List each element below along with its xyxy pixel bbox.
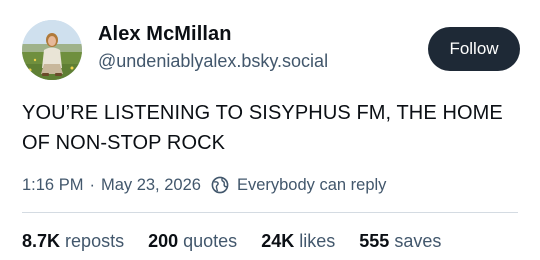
- globe-icon: [211, 176, 229, 194]
- quotes-count: 200: [148, 231, 179, 251]
- handle[interactable]: @undeniablyalex.bsky.social: [98, 50, 328, 72]
- likes-count: 24K: [261, 231, 295, 251]
- reply-setting-label: Everybody can reply: [236, 176, 387, 194]
- avatar[interactable]: [22, 20, 82, 80]
- profile-photo-icon: [22, 20, 82, 80]
- follow-button[interactable]: Follow: [428, 27, 520, 71]
- reposts-count: 8.7K: [22, 231, 61, 251]
- quotes-stat[interactable]: 200 quotes: [148, 228, 237, 254]
- post-meta: 1:16 PM · May 23, 2026 Everybody can rep…: [22, 173, 386, 197]
- reposts-label: reposts: [65, 231, 125, 251]
- reposts-stat[interactable]: 8.7K reposts: [22, 228, 124, 254]
- quotes-label: quotes: [183, 231, 238, 251]
- post-time[interactable]: 1:16 PM: [22, 173, 83, 197]
- display-name[interactable]: Alex McMillan: [98, 22, 328, 46]
- divider: [22, 212, 518, 213]
- author-names: Alex McMillan @undeniablyalex.bsky.socia…: [98, 22, 328, 72]
- post-stats: 8.7K reposts 200 quotes 24K likes 555 sa…: [22, 228, 441, 254]
- saves-label: saves: [394, 231, 442, 251]
- reply-setting[interactable]: Everybody can reply: [211, 173, 387, 197]
- post-text: YOU’RE LISTENING TO SISYPHUS FM, THE HOM…: [22, 102, 503, 154]
- post-date[interactable]: May 23, 2026: [101, 173, 201, 197]
- saves-count: 555: [359, 231, 390, 251]
- meta-separator: ·: [89, 176, 95, 194]
- post-header: Alex McMillan @undeniablyalex.bsky.socia…: [22, 18, 520, 80]
- likes-label: likes: [299, 231, 336, 251]
- saves-stat[interactable]: 555 saves: [359, 228, 441, 254]
- likes-stat[interactable]: 24K likes: [261, 228, 335, 254]
